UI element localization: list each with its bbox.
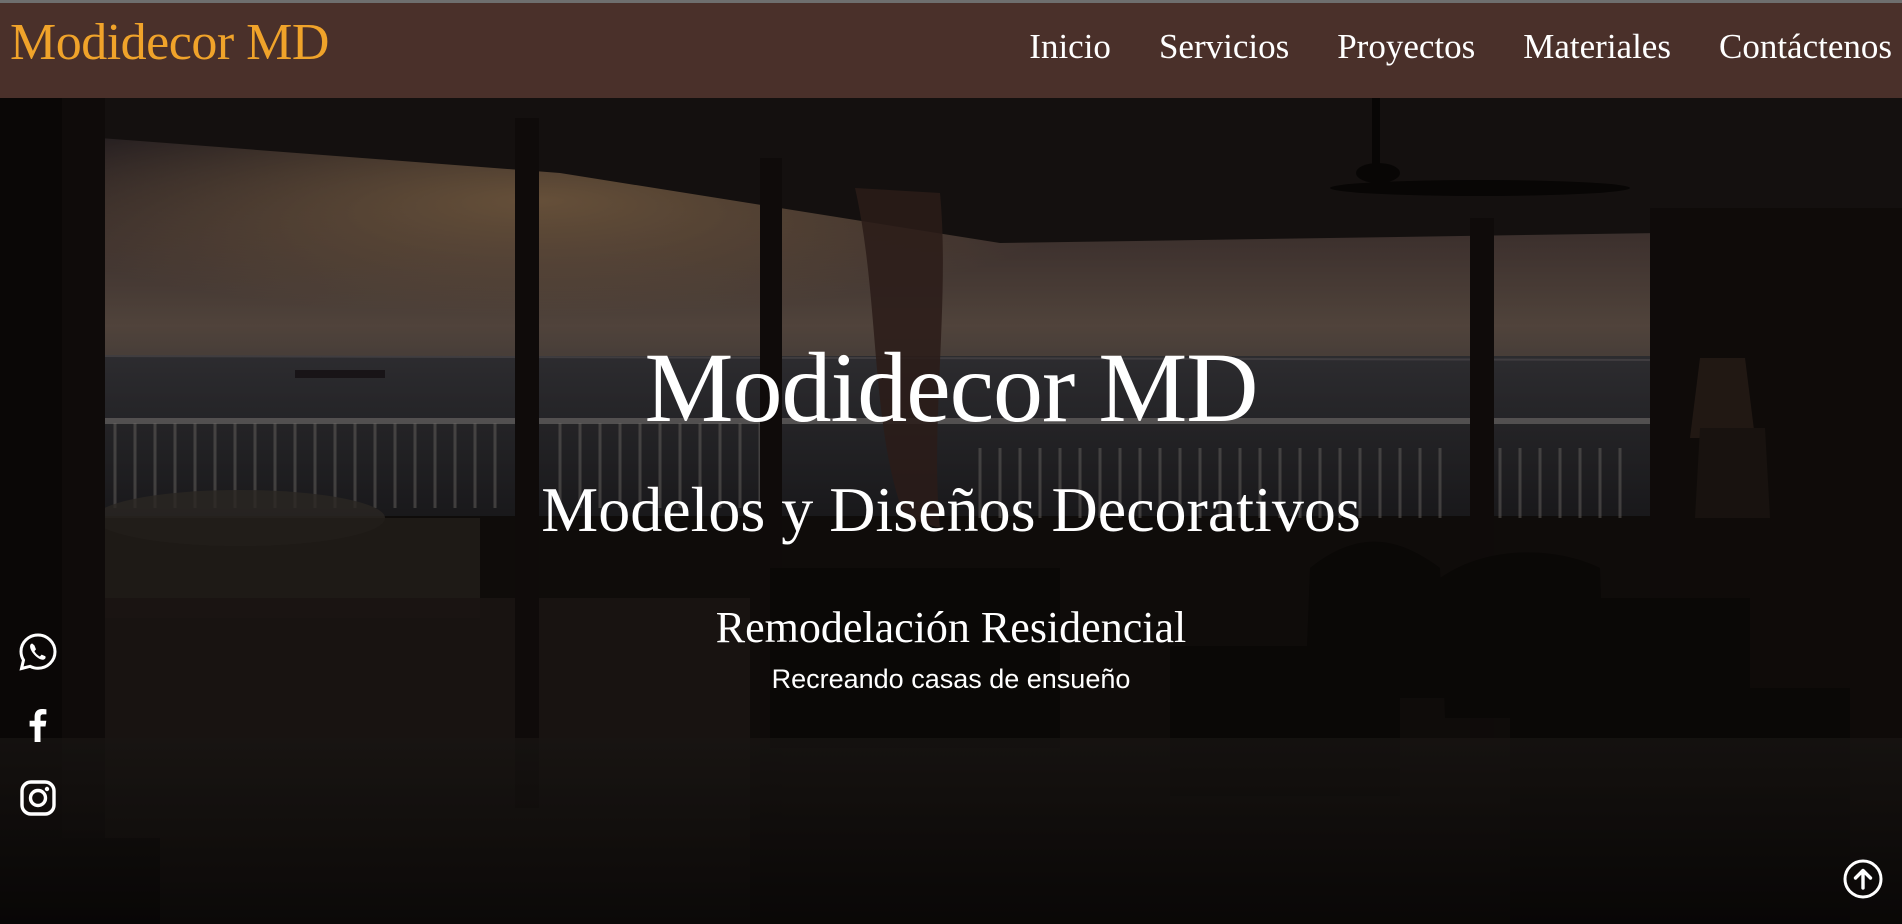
arrow-up-circle-icon <box>1843 859 1883 899</box>
nav-contactenos[interactable]: Contáctenos <box>1719 29 1892 64</box>
brand-logo-link[interactable]: Modidecor MD <box>10 17 329 69</box>
hero-section: Modidecor MD Modelos y Diseños Decorativ… <box>0 98 1902 924</box>
nav-servicios[interactable]: Servicios <box>1159 29 1289 64</box>
whatsapp-link[interactable] <box>18 632 58 672</box>
hero-content: Modidecor MD Modelos y Diseños Decorativ… <box>0 98 1902 924</box>
top-navbar: Modidecor MD Inicio Servicios Proyectos … <box>0 0 1902 98</box>
hero-subtitle: Modelos y Diseños Decorativos <box>541 474 1361 545</box>
instagram-link[interactable] <box>18 778 58 818</box>
facebook-icon <box>29 709 47 742</box>
whatsapp-icon <box>19 633 57 671</box>
nav-inicio[interactable]: Inicio <box>1029 29 1111 64</box>
instagram-icon <box>20 780 56 816</box>
nav-proyectos[interactable]: Proyectos <box>1337 29 1475 64</box>
hero-title: Modidecor MD <box>644 332 1259 443</box>
nav-materiales[interactable]: Materiales <box>1523 29 1671 64</box>
main-nav: Inicio Servicios Proyectos Materiales Co… <box>1029 29 1892 64</box>
hero-tagline: Recreando casas de ensueño <box>771 664 1131 694</box>
facebook-link[interactable] <box>18 705 58 745</box>
scroll-to-top-button[interactable] <box>1842 858 1884 900</box>
social-links <box>18 632 58 851</box>
hero-service-heading: Remodelación Residencial <box>715 603 1187 652</box>
page: Modidecor MD Inicio Servicios Proyectos … <box>0 0 1902 924</box>
